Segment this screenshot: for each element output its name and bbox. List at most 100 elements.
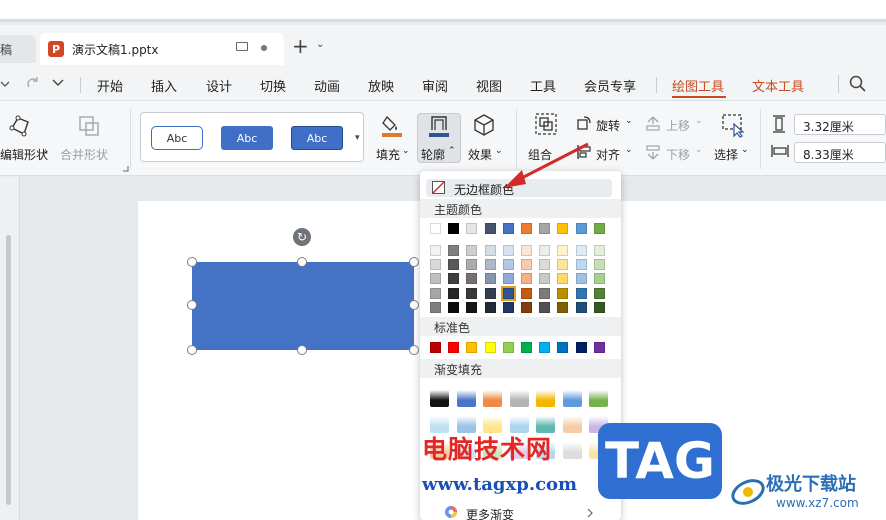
gradient-swatch[interactable] [430,390,449,407]
standard-color-swatch[interactable] [466,342,478,353]
unsaved-dot-icon[interactable] [261,45,267,51]
menu-text-tools[interactable]: 文本工具 [752,76,804,95]
standard-color-swatch[interactable] [484,342,496,353]
chevron-down-icon[interactable]: ⌄ [625,116,633,126]
chevron-down-icon[interactable] [0,78,10,90]
resize-handle[interactable] [409,257,419,267]
theme-shade-swatch[interactable] [539,259,551,271]
theme-shade-swatch[interactable] [448,273,460,285]
standard-color-swatch[interactable] [539,342,551,353]
standard-color-swatch[interactable] [575,342,587,353]
outline-icon[interactable] [428,114,450,138]
effect-cube-icon[interactable] [473,113,495,137]
resize-handle[interactable] [187,345,197,355]
theme-color-swatch[interactable] [557,223,569,234]
theme-shade-swatch[interactable] [502,259,514,271]
resize-handle[interactable] [187,257,197,267]
theme-color-swatch[interactable] [484,223,496,234]
theme-shade-swatch[interactable] [484,245,496,256]
menu-review[interactable]: 审阅 [422,76,448,95]
style-outline-option[interactable]: Abc [151,126,203,150]
gradient-swatch[interactable] [483,390,502,407]
theme-shade-swatch[interactable] [593,301,605,313]
theme-shade-swatch[interactable] [448,245,460,256]
gradient-swatch[interactable] [589,390,608,407]
theme-color-swatch[interactable] [466,223,478,234]
quick-access-chevron-icon[interactable] [52,78,64,88]
menu-drawing-tools[interactable]: 绘图工具 [672,76,724,95]
align-label[interactable]: 对齐 [596,146,620,163]
menu-insert[interactable]: 插入 [151,76,177,95]
effect-label[interactable]: 效果 [468,146,492,163]
theme-shade-swatch[interactable] [448,301,460,313]
search-icon[interactable] [849,75,866,92]
thumbnail-scrollbar[interactable] [6,235,11,505]
theme-shade-swatch[interactable] [521,259,532,271]
theme-shade-swatch[interactable] [502,273,514,285]
theme-color-swatch[interactable] [521,223,532,234]
chevron-down-icon[interactable]: ⌄ [741,145,749,155]
theme-shade-swatch[interactable] [557,245,569,256]
theme-shade-swatch[interactable] [557,273,569,285]
theme-shade-swatch[interactable] [484,259,496,271]
shape-width-field[interactable]: 8.33厘米 [794,142,886,163]
chevron-down-icon[interactable]: ⌄ [402,146,410,156]
theme-shade-swatch[interactable] [430,273,441,285]
theme-shade-swatch[interactable] [448,259,460,271]
theme-shade-swatch[interactable] [484,301,496,313]
edit-shape-icon[interactable] [8,114,32,138]
theme-shade-swatch[interactable] [575,301,587,313]
select-label[interactable]: 选择 [714,146,738,163]
fill-bucket-icon[interactable] [381,113,403,139]
gradient-swatch[interactable] [562,442,582,459]
theme-shade-swatch[interactable] [500,285,516,301]
theme-shade-swatch[interactable] [448,287,460,299]
select-pane-icon[interactable] [720,112,746,138]
theme-shade-swatch[interactable] [466,273,478,285]
group-icon[interactable] [534,112,558,136]
rotate-label[interactable]: 旋转 [596,117,620,134]
theme-shade-swatch[interactable] [466,245,478,256]
gradient-swatch[interactable] [536,390,555,407]
theme-shade-swatch[interactable] [484,287,496,299]
chevron-down-icon[interactable]: ⌄ [625,145,633,155]
theme-color-swatch[interactable] [448,223,460,234]
selected-rectangle-shape[interactable] [192,262,414,350]
outline-label[interactable]: 轮廓 [421,146,445,163]
new-tab-plus-icon[interactable]: + [292,36,309,56]
standard-color-swatch[interactable] [593,342,605,353]
theme-shade-swatch[interactable] [539,273,551,285]
menu-home[interactable]: 开始 [97,76,123,95]
theme-shade-swatch[interactable] [466,287,478,299]
redo-icon[interactable] [26,75,40,91]
theme-shade-swatch[interactable] [430,245,441,256]
theme-shade-swatch[interactable] [593,273,605,285]
menu-transition[interactable]: 切换 [260,76,286,95]
menu-animation[interactable]: 动画 [314,76,340,95]
theme-shade-swatch[interactable] [575,259,587,271]
resize-handle[interactable] [409,300,419,310]
menu-slideshow[interactable]: 放映 [368,76,394,95]
standard-color-swatch[interactable] [521,342,532,353]
theme-shade-swatch[interactable] [557,301,569,313]
theme-shade-swatch[interactable] [466,301,478,313]
resize-handle[interactable] [297,257,307,267]
shape-height-field[interactable]: 3.32厘米 [794,114,886,135]
theme-color-swatch[interactable] [575,223,587,234]
theme-shade-swatch[interactable] [502,245,514,256]
style-fill-option[interactable]: Abc [221,126,273,150]
chevron-up-icon[interactable]: ⌃ [448,146,456,156]
theme-shade-swatch[interactable] [575,287,587,299]
theme-shade-swatch[interactable] [430,301,441,313]
menu-view[interactable]: 视图 [476,76,502,95]
edit-shape-label[interactable]: 编辑形状 [0,146,48,163]
theme-color-swatch[interactable] [430,223,441,234]
more-gradient-label[interactable]: 更多渐变 [466,506,514,520]
menu-tools[interactable]: 工具 [530,76,556,95]
tab-active-document[interactable]: P 演示文稿1.pptx [40,33,284,65]
theme-shade-swatch[interactable] [539,245,551,256]
gradient-swatch[interactable] [456,390,476,407]
style-fill-border-option[interactable]: Abc [291,126,343,150]
shape-style-gallery[interactable]: Abc Abc Abc [140,112,364,162]
theme-shade-swatch[interactable] [430,259,441,271]
